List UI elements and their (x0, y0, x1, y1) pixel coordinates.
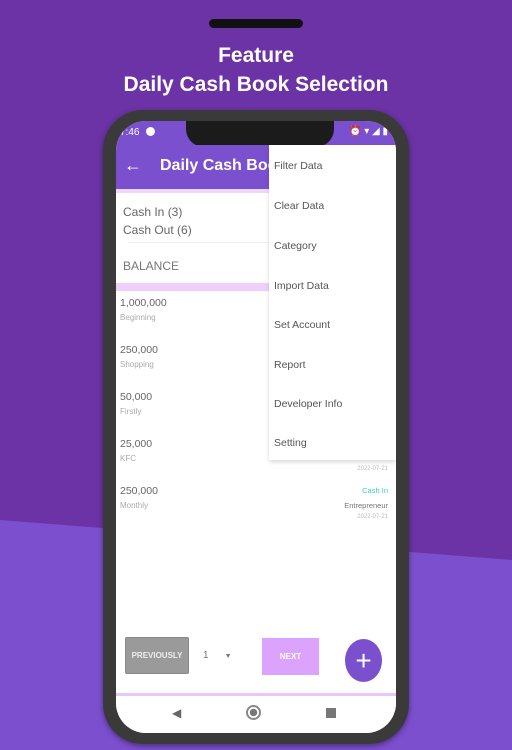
entry-account: Entrepreneur (344, 501, 388, 510)
nav-back-icon[interactable]: ◀ (172, 706, 181, 720)
overflow-menu: Filter Data Clear Data Category Import D… (269, 145, 396, 460)
menu-item-setting[interactable]: Setting (274, 437, 307, 449)
entry-type: Cash In (362, 486, 388, 495)
nav-home-icon[interactable] (246, 705, 261, 720)
dropdown-caret-icon: ▼ (224, 653, 232, 660)
next-button[interactable]: NEXT (262, 638, 319, 675)
entry-amount: 250,000 (120, 485, 158, 497)
feature-subtitle: Daily Cash Book Selection (123, 73, 389, 96)
entry-amount: 250,000 (120, 344, 158, 356)
camera-notch (186, 121, 334, 147)
page-select[interactable]: 1 ▼ (203, 650, 232, 661)
plus-icon: + (355, 644, 372, 676)
cash-in-count: Cash In (3) (123, 205, 183, 219)
add-fab-button[interactable]: + (345, 639, 382, 682)
arrow-left-icon[interactable]: ← (124, 155, 142, 176)
divider (128, 242, 278, 243)
menu-item-filter-data[interactable]: Filter Data (274, 160, 322, 172)
entry-amount: 1,000,000 (120, 297, 167, 309)
entry-category: Shopping (120, 360, 154, 369)
entry-category: Firstly (120, 407, 142, 416)
menu-item-set-account[interactable]: Set Account (274, 319, 330, 331)
entry-amount: 25,000 (120, 438, 153, 450)
entry-category: Beginning (120, 313, 156, 322)
entry-category: Monthly (120, 501, 149, 510)
menu-item-category[interactable]: Category (274, 240, 317, 252)
media-icon (146, 127, 155, 136)
feature-title: Feature (218, 44, 294, 67)
balance-bar (116, 283, 276, 291)
balance-label: BALANCE (123, 259, 180, 273)
entry-date: 2022-07-21 (357, 466, 388, 472)
status-time: 7:46 (120, 127, 140, 138)
previous-button[interactable]: PREVIOUSLY (125, 637, 189, 674)
menu-item-clear-data[interactable]: Clear Data (274, 200, 324, 212)
device-speaker (209, 19, 303, 28)
entry-date: 2022-07-21 (357, 514, 388, 520)
cash-out-count: Cash Out (6) (123, 223, 192, 237)
status-icons: ⏰ ▾ ◢ ▮ (349, 126, 388, 137)
system-nav-bar: ◀ (116, 693, 396, 733)
menu-item-developer-info[interactable]: Developer Info (274, 398, 342, 410)
entry-amount: 50,000 (120, 391, 153, 403)
nav-recents-icon[interactable] (326, 708, 336, 718)
app-title: Daily Cash Book (160, 157, 287, 174)
page-number: 1 (203, 650, 209, 661)
menu-item-report[interactable]: Report (274, 359, 306, 371)
entry-category: KFC (120, 454, 136, 463)
menu-item-import-data[interactable]: Import Data (274, 280, 329, 292)
phone-screen: 7:46 ⏰ ▾ ◢ ▮ ← Daily Cash Book Cash In (… (116, 121, 396, 733)
